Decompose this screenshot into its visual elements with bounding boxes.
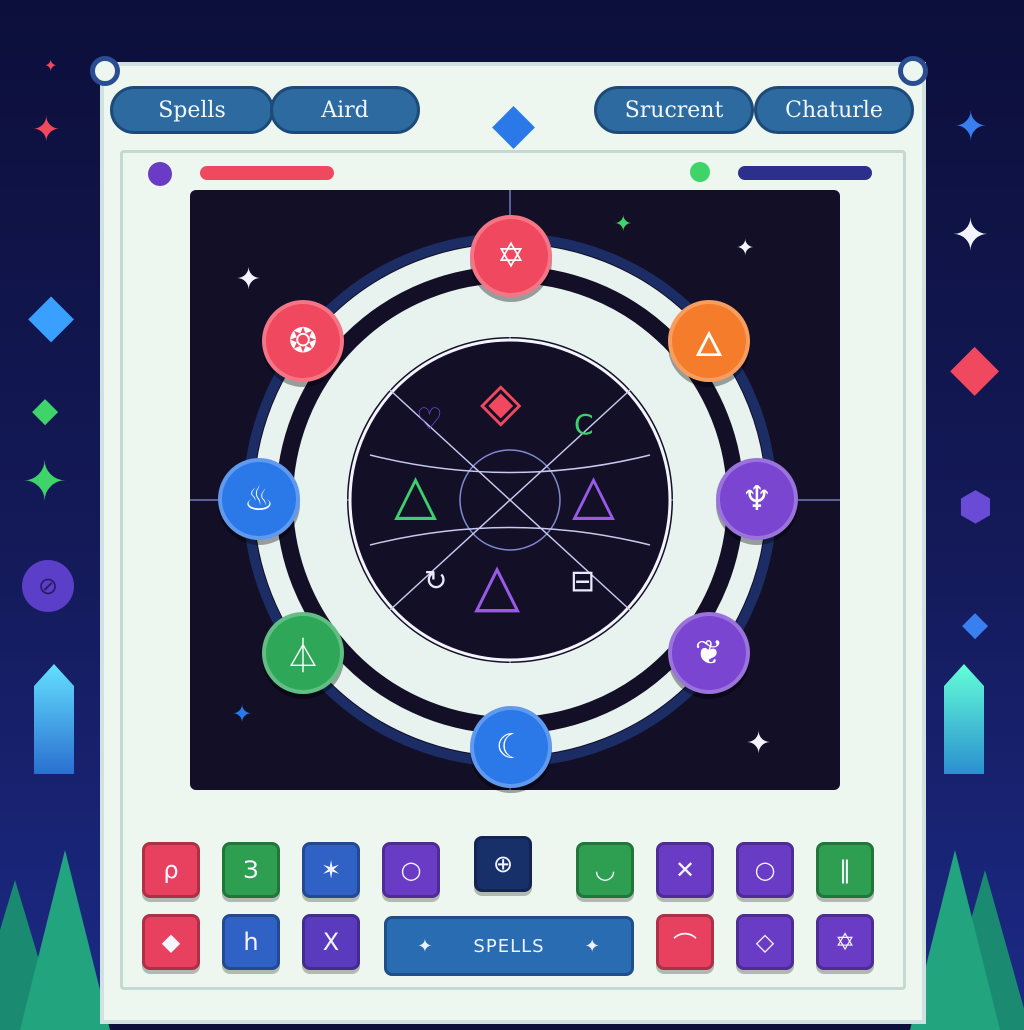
spells-button-label: SPELLS [473, 935, 545, 957]
node-left[interactable]: ♨ [218, 458, 300, 540]
spell-slot-2[interactable]: З [222, 842, 280, 898]
star-icon: ✶ [320, 856, 342, 884]
frame-corner-top-left [90, 56, 120, 86]
spell-slot-15[interactable]: ✡ [816, 914, 874, 970]
mana-orb [148, 162, 172, 186]
energy-meter [738, 166, 872, 180]
spells-button[interactable]: ✦ SPELLS ✦ [384, 916, 634, 976]
crystal-icon: ◈ [480, 370, 522, 433]
sun-wheel-icon: ❂ [288, 321, 318, 361]
heart-icon: ♡ [416, 402, 443, 437]
rune-icon: h [243, 928, 259, 956]
node-bottom[interactable]: ☾ [470, 706, 552, 788]
tree-left-front [20, 850, 110, 1030]
node-top-right[interactable]: 🜂 [668, 300, 750, 382]
rune-icon: ✕ [674, 856, 696, 884]
crosshair-icon: ⊕ [492, 850, 514, 878]
deco-gem-blue: ◆ [28, 280, 75, 350]
node-top[interactable]: ✡ [470, 215, 552, 297]
health-meter [200, 166, 334, 180]
spell-slot-3[interactable]: ✶ [302, 842, 360, 898]
arc-icon: ⌒ [673, 930, 697, 959]
deco-gem-red: ◆ [950, 330, 1000, 404]
crescent-icon: ◡ [594, 856, 616, 884]
spell-slot-6[interactable]: ◡ [576, 842, 634, 898]
energy-orb [690, 162, 710, 182]
spell-slot-9[interactable]: ‖ [816, 842, 874, 898]
hexagram-icon: ✡ [496, 236, 526, 276]
spell-slot-1[interactable]: ρ [142, 842, 200, 898]
sparkle-icon: ✦ [746, 726, 772, 761]
cycle-icon: C [574, 408, 594, 441]
node-right[interactable]: ♆ [716, 458, 798, 540]
tab-aird[interactable]: Aird [270, 86, 420, 134]
deco-crystal-right [944, 664, 984, 774]
triangle-eye-icon: ⏃ [286, 636, 320, 677]
moon-icon: ☾ [495, 727, 527, 767]
triangle-icon-purple-lower: △ [474, 550, 521, 620]
deco-star-blue: ✦ [954, 104, 988, 150]
tab-spells[interactable]: Spells [110, 86, 274, 134]
sparkle-right-icon: ✦ [584, 935, 601, 957]
flame-icon: 🜂 [694, 324, 724, 365]
bird-icon: ❦ [694, 633, 724, 673]
deco-gem-small-blue: ◆ [962, 604, 989, 644]
spell-slot-12[interactable]: X [302, 914, 360, 970]
sparkle-icon: ✦ [614, 212, 633, 237]
spiral-icon: ↻ [424, 564, 448, 597]
triangle-icon-green: △ [394, 462, 438, 527]
deco-gem-purple: ⬢ [958, 484, 993, 530]
spell-slot-5[interactable]: ⊕ [474, 836, 532, 892]
spell-slot-7[interactable]: ✕ [656, 842, 714, 898]
circle-icon: ○ [754, 856, 776, 884]
diamond-icon: ◇ [755, 928, 775, 956]
header-crystal-icon: ◆ [492, 91, 536, 156]
rune-icon: З [243, 856, 259, 884]
sparkle-icon: ✦ [232, 700, 253, 728]
tab-srucrent[interactable]: Srucrent [594, 86, 754, 134]
pillars-icon: ‖ [839, 856, 851, 884]
fire-icon: ♨ [243, 479, 275, 519]
node-top-left[interactable]: ❂ [262, 300, 344, 382]
deco-star-white: ✦ [952, 210, 989, 261]
box-icon: ⊟ [570, 564, 596, 599]
spell-slot-4[interactable]: ○ [382, 842, 440, 898]
spell-slot-10[interactable]: ◆ [142, 914, 200, 970]
spell-slot-13[interactable]: ⌒ [656, 914, 714, 970]
tab-chaturle[interactable]: Chaturle [754, 86, 914, 134]
deco-rune-coin: ⊘ [22, 560, 74, 612]
deco-star-small: ✦ [44, 56, 58, 75]
spell-slot-14[interactable]: ◇ [736, 914, 794, 970]
frame-corner-top-right [898, 56, 928, 86]
deco-star-green: ✦ [22, 450, 68, 513]
hexagram-icon: ✡ [834, 928, 856, 956]
diamond-icon: ◆ [161, 928, 181, 956]
sparkle-icon: ✦ [236, 262, 262, 297]
circle-icon: ○ [400, 856, 422, 884]
spell-slot-8[interactable]: ○ [736, 842, 794, 898]
dragon-icon: ♆ [741, 479, 773, 519]
deco-star-red: ✦ [32, 110, 61, 150]
node-bottom-left[interactable]: ⏃ [262, 612, 344, 694]
sparkle-left-icon: ✦ [417, 935, 434, 957]
rune-icon: ρ [163, 856, 179, 884]
sparkle-icon: ✦ [736, 236, 755, 261]
triangle-icon-purple: △ [572, 462, 616, 527]
spell-slot-11[interactable]: h [222, 914, 280, 970]
deco-gem-green: ◆ [32, 390, 59, 430]
deco-crystal-left [34, 664, 74, 774]
node-bottom-right[interactable]: ❦ [668, 612, 750, 694]
rune-icon: X [322, 928, 340, 956]
